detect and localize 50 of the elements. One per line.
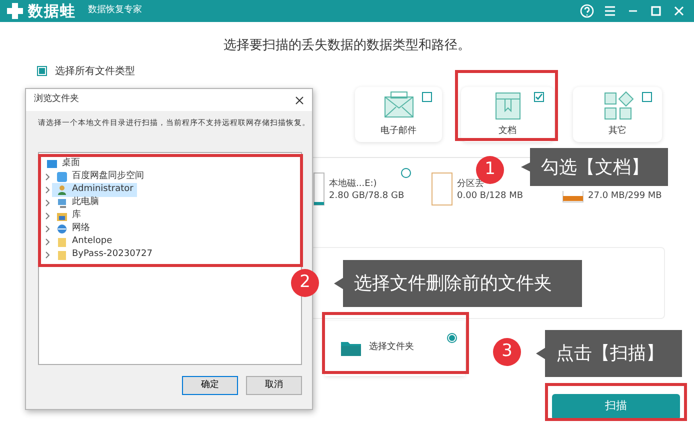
file-type-card[interactable]: 电子邮件 <box>355 86 442 142</box>
folder-icon <box>56 248 68 261</box>
tree-item-label[interactable]: Antelope <box>72 235 112 249</box>
page-heading: 选择要扫描的丢失数据的数据类型和路径。 <box>222 37 472 55</box>
maximize-icon[interactable] <box>649 4 663 18</box>
menu-icon[interactable] <box>603 4 617 18</box>
radio-button[interactable] <box>401 168 411 178</box>
checkbox[interactable] <box>642 92 652 102</box>
drive-size: 27.0 MB/299 MB <box>588 190 662 202</box>
close-icon[interactable] <box>295 96 304 104</box>
help-icon[interactable] <box>580 4 594 18</box>
folder-icon <box>341 340 361 356</box>
app-subtitle: 数据恢复专家 <box>88 4 142 18</box>
logo-icon <box>6 2 24 20</box>
callout: 选择文件删除前的文件夹 <box>334 260 582 307</box>
callout: 点击【扫描】 <box>536 330 682 377</box>
tree-item-label[interactable]: 此电脑 <box>72 196 99 210</box>
drive-icon <box>431 172 453 206</box>
app-logo: 数据蛙 <box>28 0 76 22</box>
tree-item-label[interactable]: 网络 <box>72 222 90 236</box>
selected-tree-item[interactable]: Administrator <box>52 183 138 197</box>
drive-icon <box>562 190 584 202</box>
network-icon <box>56 222 68 235</box>
drive-size: 0.00 B/128 MB <box>457 190 524 202</box>
tree-item-label[interactable]: ByPass-20230727 <box>72 248 152 262</box>
dialog-button[interactable]: 取消 <box>246 376 302 396</box>
file-type-card[interactable]: 其它 <box>573 86 662 142</box>
computer-icon <box>56 196 68 209</box>
user-icon <box>56 184 68 196</box>
tree-item-label[interactable]: 百度网盘同步空间 <box>72 170 144 184</box>
checkbox[interactable] <box>422 92 432 102</box>
dialog-title: 浏览文件夹 <box>34 93 79 106</box>
select-all-label: 选择所有文件类型 <box>55 64 135 78</box>
folder-option-card[interactable]: 选择文件夹 <box>325 320 465 376</box>
callout: 勾选【文档】 <box>521 148 668 186</box>
check-icon <box>535 92 543 100</box>
checkbox[interactable] <box>534 92 544 102</box>
file-type-card[interactable]: 文档 <box>461 86 554 142</box>
drive-name: 本地磁...E:) <box>329 178 378 190</box>
desktop-icon <box>46 158 58 170</box>
drive-size: 2.80 GB/78.8 GB <box>329 190 404 202</box>
folder-icon <box>56 236 68 248</box>
tree-item-label[interactable]: 桌面 <box>62 157 80 171</box>
scan-button[interactable]: 扫描 <box>552 394 680 420</box>
cloud-icon <box>56 170 68 183</box>
tree-item-label[interactable]: 库 <box>72 209 81 223</box>
dialog-button[interactable]: 确定 <box>182 376 238 396</box>
radio-button[interactable] <box>447 332 457 342</box>
step-badge: 3 <box>493 338 521 366</box>
select-all-checkbox[interactable] <box>37 66 47 76</box>
